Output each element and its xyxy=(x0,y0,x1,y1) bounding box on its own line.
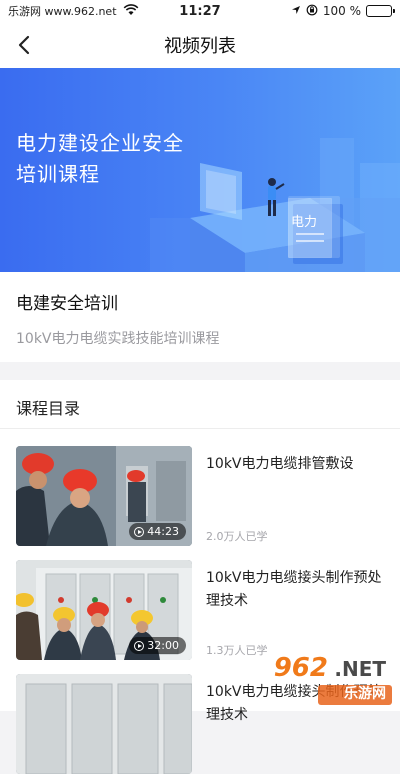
nav-bar: 视频列表 xyxy=(0,22,400,68)
wifi-icon xyxy=(123,4,139,19)
video-text: 10kV电力电缆排管敷设 2.0万人已学 xyxy=(192,446,384,546)
chevron-left-icon xyxy=(17,35,31,55)
play-icon xyxy=(134,527,144,537)
carrier-label: 乐游网 www.962.net xyxy=(8,3,117,19)
location-icon xyxy=(291,4,301,18)
video-thumbnail: 44:23 xyxy=(16,446,192,546)
video-title: 10kV电力电缆接头制作预处理技术 xyxy=(206,560,384,613)
status-bar: 乐游网 www.962.net 11:27 100 % xyxy=(0,0,400,22)
video-text: 10kV电力电缆接头制作预处理技术 1.3万人已学 xyxy=(192,560,384,660)
sign-text: 电力 xyxy=(291,211,317,230)
orientation-lock-icon xyxy=(306,4,318,19)
banner-title: 电力建设企业安全 培训课程 xyxy=(16,128,184,190)
page-title: 视频列表 xyxy=(164,32,236,58)
watermark-text: 乐游网 xyxy=(344,683,386,703)
watermark-suffix: .NET xyxy=(334,657,386,681)
battery-icon xyxy=(366,5,392,17)
duration-label: 32:00 xyxy=(147,639,179,652)
video-thumbnail xyxy=(16,674,192,774)
video-thumbnail: 32:00 xyxy=(16,560,192,660)
video-list-item[interactable]: 32:00 10kV电力电缆接头制作预处理技术 1.3万人已学 xyxy=(16,560,384,660)
video-list-item[interactable]: 44:23 10kV电力电缆排管敷设 2.0万人已学 xyxy=(16,446,384,546)
watermark-number: 962 xyxy=(274,653,328,683)
duration-label: 44:23 xyxy=(147,525,179,538)
banner-title-line1: 电力建设企业安全 xyxy=(16,128,184,159)
back-button[interactable] xyxy=(8,29,40,61)
status-left: 乐游网 www.962.net xyxy=(8,3,139,19)
banner-title-line2: 培训课程 xyxy=(16,159,184,190)
course-info: 电建安全培训 10kV电力电缆实践技能培训课程 xyxy=(0,272,400,362)
course-banner: 电力 电力建设企业安全 培训课程 xyxy=(0,68,400,272)
duration-badge: 32:00 xyxy=(129,637,186,654)
play-icon xyxy=(134,641,144,651)
battery-label: 100 % xyxy=(323,4,361,18)
video-views: 2.0万人已学 xyxy=(206,528,268,544)
course-subtitle: 10kV电力电缆实践技能培训课程 xyxy=(16,328,384,348)
course-name: 电建安全培训 xyxy=(16,289,384,314)
video-views: 1.3万人已学 xyxy=(206,642,268,658)
catalog-heading: 课程目录 xyxy=(0,380,400,429)
duration-badge: 44:23 xyxy=(129,523,186,540)
status-right: 100 % xyxy=(291,4,392,19)
banner-illustration xyxy=(150,68,400,272)
video-title: 10kV电力电缆排管敷设 xyxy=(206,446,384,476)
